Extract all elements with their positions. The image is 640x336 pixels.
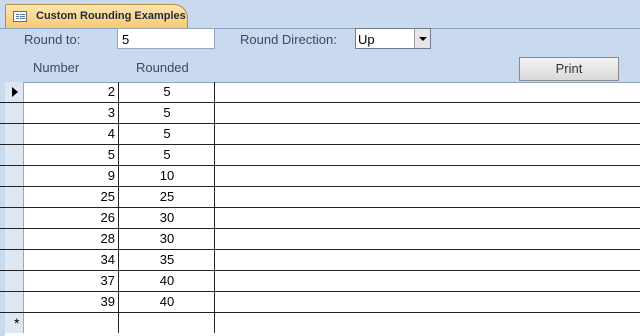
rounded-cell[interactable]: 5 xyxy=(120,103,215,123)
form-icon xyxy=(13,11,27,22)
rounded-cell[interactable] xyxy=(120,313,215,333)
number-cell[interactable] xyxy=(25,313,119,333)
record-selector[interactable] xyxy=(5,124,24,144)
round-direction-label: Round Direction: xyxy=(240,32,337,47)
record-selector[interactable] xyxy=(5,187,24,207)
number-column-header: Number xyxy=(33,60,80,75)
record-selector[interactable] xyxy=(5,229,24,249)
rounded-cell[interactable]: 5 xyxy=(120,124,215,144)
record-selector[interactable] xyxy=(5,250,24,270)
record-selector[interactable] xyxy=(5,208,24,228)
table-row[interactable]: 39 40 xyxy=(0,292,640,313)
number-cell[interactable]: 25 xyxy=(25,187,119,207)
number-cell[interactable]: 3 xyxy=(25,103,119,123)
new-record-row[interactable]: * xyxy=(0,313,640,334)
number-cell[interactable]: 26 xyxy=(25,208,119,228)
number-cell[interactable]: 39 xyxy=(25,292,119,312)
rounded-column-header: Rounded xyxy=(136,60,189,75)
record-selector[interactable] xyxy=(5,271,24,291)
record-selector[interactable]: * xyxy=(5,313,24,333)
rounded-cell[interactable]: 30 xyxy=(120,208,215,228)
table-row[interactable]: 35 xyxy=(0,103,640,124)
print-button[interactable]: Print xyxy=(519,57,619,81)
number-cell[interactable]: 28 xyxy=(25,229,119,249)
number-cell[interactable]: 34 xyxy=(25,250,119,270)
number-cell[interactable]: 37 xyxy=(25,271,119,291)
record-selector[interactable] xyxy=(5,82,24,102)
table-row[interactable]: 55 xyxy=(0,145,640,166)
rounded-cell[interactable]: 10 xyxy=(120,166,215,186)
table-row[interactable]: 34 35 xyxy=(0,250,640,271)
rounded-cell[interactable]: 25 xyxy=(120,187,215,207)
chevron-down-icon[interactable] xyxy=(414,29,430,48)
rounded-cell[interactable]: 5 xyxy=(120,82,215,102)
round-to-input[interactable]: 5 xyxy=(117,28,215,49)
record-selector[interactable] xyxy=(5,292,24,312)
rounded-cell[interactable]: 40 xyxy=(120,271,215,291)
table-row[interactable]: 9 10 xyxy=(0,166,640,187)
number-cell[interactable]: 9 xyxy=(25,166,119,186)
table-row[interactable]: 28 30 xyxy=(0,229,640,250)
round-direction-value: Up xyxy=(358,32,375,47)
current-record-icon xyxy=(12,87,18,97)
form-header: Round to: Round Direction: Number Rounde… xyxy=(0,29,640,83)
number-cell[interactable]: 2 xyxy=(25,82,119,102)
record-selector[interactable] xyxy=(5,103,24,123)
rounded-cell[interactable]: 5 xyxy=(120,145,215,165)
tab-label: Custom Rounding Examples xyxy=(36,10,186,22)
record-selector[interactable] xyxy=(5,166,24,186)
record-selector[interactable] xyxy=(5,145,24,165)
rounded-cell[interactable]: 35 xyxy=(120,250,215,270)
table-row[interactable]: 25 25 xyxy=(0,187,640,208)
table-row[interactable]: 37 40 xyxy=(0,271,640,292)
document-tab-strip: Custom Rounding Examples xyxy=(0,0,640,29)
round-to-label: Round to: xyxy=(24,32,81,47)
rounded-cell[interactable]: 30 xyxy=(120,229,215,249)
table-row[interactable]: 26 30 xyxy=(0,208,640,229)
rounded-cell[interactable]: 40 xyxy=(120,292,215,312)
table-row[interactable]: 25 xyxy=(0,82,640,103)
tab-custom-rounding-examples[interactable]: Custom Rounding Examples xyxy=(5,4,188,28)
number-cell[interactable]: 4 xyxy=(25,124,119,144)
number-cell[interactable]: 5 xyxy=(25,145,119,165)
table-row[interactable]: 45 xyxy=(0,124,640,145)
round-direction-select[interactable]: Up xyxy=(355,28,431,49)
new-record-icon: * xyxy=(14,315,20,331)
